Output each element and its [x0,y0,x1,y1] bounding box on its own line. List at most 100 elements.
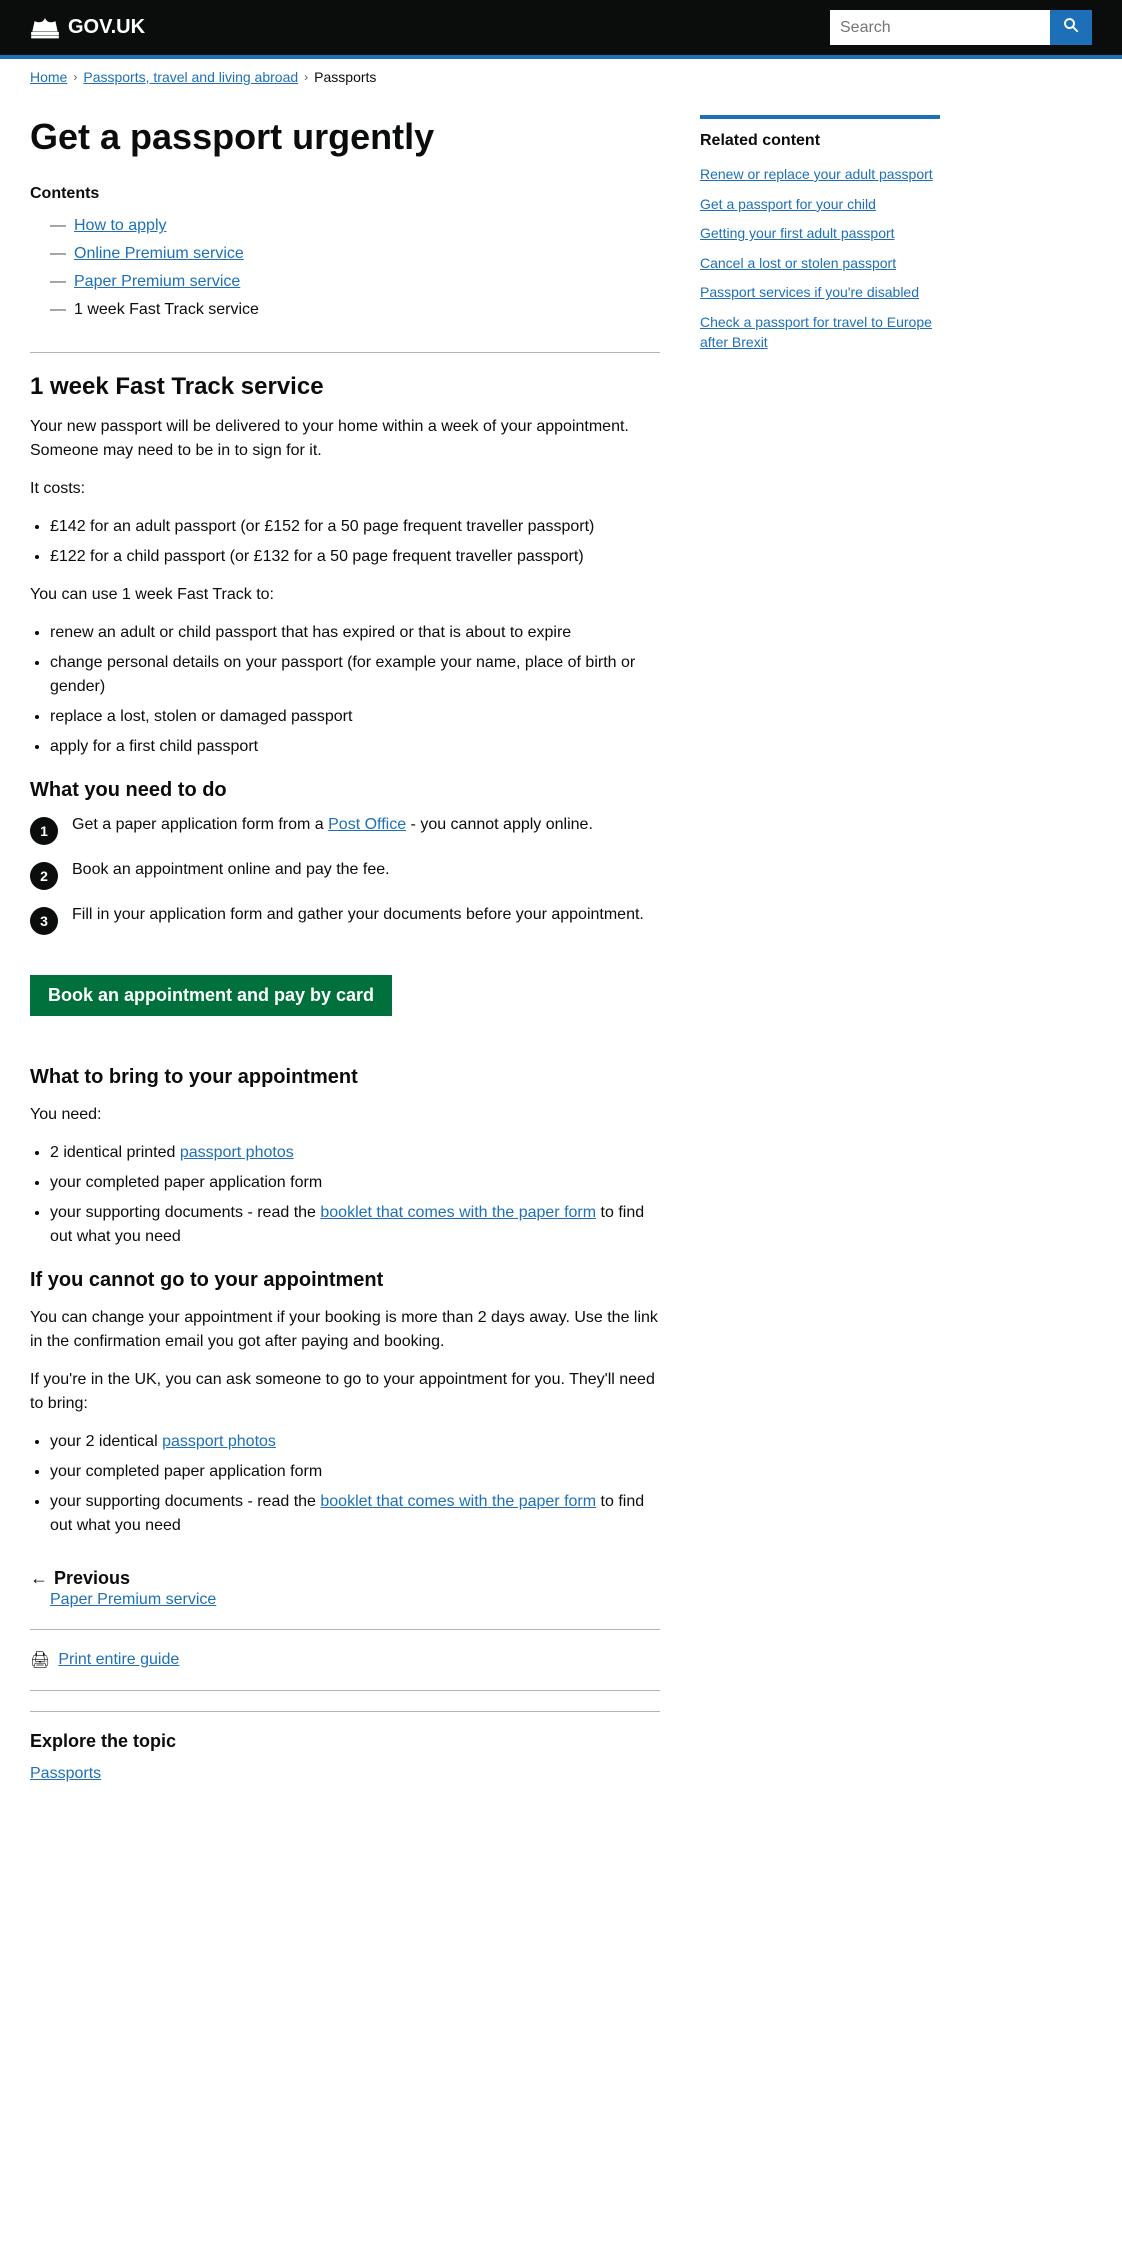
divider-2 [30,1629,660,1630]
related-link-6[interactable]: Check a passport for travel to Europe af… [700,314,932,350]
related-link-1[interactable]: Renew or replace your adult passport [700,166,933,182]
booklet-link-2[interactable]: booklet that comes with the paper form [320,1493,596,1510]
contents-heading: Contents [30,182,660,206]
prev-link[interactable]: Paper Premium service [50,1591,216,1608]
breadcrumb-current: Passports [314,69,376,85]
dash-4: — [50,298,66,322]
intro-text: Your new passport will be delivered to y… [30,415,660,463]
related-item-3: Getting your first adult passport [700,224,940,244]
passport-photos-link-2[interactable]: passport photos [162,1433,276,1450]
cost-item-1: £142 for an adult passport (or £152 for … [50,515,660,539]
related-list: Renew or replace your adult passport Get… [700,165,940,352]
print-section: 🖨 Print entire guide [30,1650,660,1670]
prev-arrow-icon: ← [30,1568,48,1589]
gov-name-text: GOV.UK [68,16,145,39]
step-3: 3 Fill in your application form and gath… [30,906,660,935]
you-need-text: You need: [30,1103,660,1127]
crown-icon [30,16,60,40]
prev-label: ← Previous [30,1568,660,1589]
cannot-go-item-2: your completed paper application form [50,1460,660,1484]
bring-item-3: your supporting documents - read the boo… [50,1201,660,1249]
related-item-2: Get a passport for your child [700,195,940,215]
dash-2: — [50,242,66,266]
cannot-go-item-3: your supporting documents - read the boo… [50,1490,660,1538]
use-item-1: renew an adult or child passport that ha… [50,621,660,645]
bring-list: 2 identical printed passport photos your… [50,1141,660,1249]
sidebar: Related content Renew or replace your ad… [700,115,940,1783]
cost-item-2: £122 for a child passport (or £132 for a… [50,545,660,569]
contents-list: — How to apply — Online Premium service … [50,214,660,322]
cannot-go-item-1: your 2 identical passport photos [50,1430,660,1454]
main-content: Get a passport urgently Contents — How t… [30,115,660,1783]
related-item-1: Renew or replace your adult passport [700,165,940,185]
use-list: renew an adult or child passport that ha… [50,621,660,759]
related-link-3[interactable]: Getting your first adult passport [700,225,895,241]
fast-track-heading: 1 week Fast Track service [30,373,660,401]
print-link[interactable]: Print entire guide [58,1651,179,1669]
related-item-5: Passport services if you're disabled [700,283,940,303]
explore-passports-link[interactable]: Passports [30,1765,101,1782]
prev-nav: ← Previous Paper Premium service [30,1568,660,1609]
costs-intro: It costs: [30,477,660,501]
search-icon [1062,16,1080,34]
related-link-4[interactable]: Cancel a lost or stolen passport [700,255,896,271]
use-item-2: change personal details on your passport… [50,651,660,699]
contents-item-2: — Online Premium service [50,242,660,266]
explore-topic: Explore the topic Passports [30,1711,660,1783]
related-link-5[interactable]: Passport services if you're disabled [700,284,919,300]
related-link-2[interactable]: Get a passport for your child [700,196,876,212]
step-2-text: Book an appointment online and pay the f… [72,861,390,879]
contents-current-label: 1 week Fast Track service [74,298,259,322]
page-title: Get a passport urgently [30,115,660,158]
step-1: 1 Get a paper application form from a Po… [30,816,660,845]
explore-heading: Explore the topic [30,1728,660,1755]
cannot-go-heading: If you cannot go to your appointment [30,1269,660,1292]
step-1-text: Get a paper application form from a Post… [72,816,593,834]
step-2: 2 Book an appointment online and pay the… [30,861,660,890]
bring-heading: What to bring to your appointment [30,1066,660,1089]
use-item-4: apply for a first child passport [50,735,660,759]
contents-link-how-to-apply[interactable]: How to apply [74,214,167,238]
search-input[interactable] [830,10,1050,45]
contents-link-paper-premium[interactable]: Paper Premium service [74,270,240,294]
use-item-3: replace a lost, stolen or damaged passpo… [50,705,660,729]
cannot-go-list: your 2 identical passport photos your co… [50,1430,660,1538]
costs-list: £142 for an adult passport (or £152 for … [50,515,660,569]
cannot-go-para2: If you're in the UK, you can ask someone… [30,1368,660,1416]
related-content-heading: Related content [700,115,940,153]
breadcrumb: Home › Passports, travel and living abro… [0,59,1122,95]
breadcrumb-sep-1: › [73,70,77,84]
book-appointment-button[interactable]: Book an appointment and pay by card [30,975,392,1016]
booklet-link-1[interactable]: booklet that comes with the paper form [320,1204,596,1221]
contents-item-3: — Paper Premium service [50,270,660,294]
post-office-link[interactable]: Post Office [328,816,406,833]
contents-link-online-premium[interactable]: Online Premium service [74,242,244,266]
step-number-2: 2 [30,862,58,890]
divider-3 [30,1690,660,1691]
dash-1: — [50,214,66,238]
page-layout: Get a passport urgently Contents — How t… [0,95,1100,1803]
contents-item-4: — 1 week Fast Track service [50,298,660,322]
contents-item-1: — How to apply [50,214,660,238]
use-intro: You can use 1 week Fast Track to: [30,583,660,607]
step-number-1: 1 [30,817,58,845]
dash-3: — [50,270,66,294]
breadcrumb-travel[interactable]: Passports, travel and living abroad [83,69,298,85]
related-item-4: Cancel a lost or stolen passport [700,254,940,274]
passport-photos-link-1[interactable]: passport photos [180,1144,294,1161]
step-3-text: Fill in your application form and gather… [72,906,644,924]
search-button[interactable] [1050,10,1092,45]
site-header: GOV.UK [0,0,1122,55]
gov-logo[interactable]: GOV.UK [30,16,145,40]
step-number-3: 3 [30,907,58,935]
bring-item-2: your completed paper application form [50,1171,660,1195]
breadcrumb-home[interactable]: Home [30,69,67,85]
what-to-do-heading: What you need to do [30,779,660,802]
bring-item-1: 2 identical printed passport photos [50,1141,660,1165]
search-form [830,10,1092,45]
cannot-go-para1: You can change your appointment if your … [30,1306,660,1354]
steps-list: 1 Get a paper application form from a Po… [30,816,660,935]
print-icon: 🖨 [30,1650,50,1670]
related-item-6: Check a passport for travel to Europe af… [700,313,940,352]
breadcrumb-sep-2: › [304,70,308,84]
